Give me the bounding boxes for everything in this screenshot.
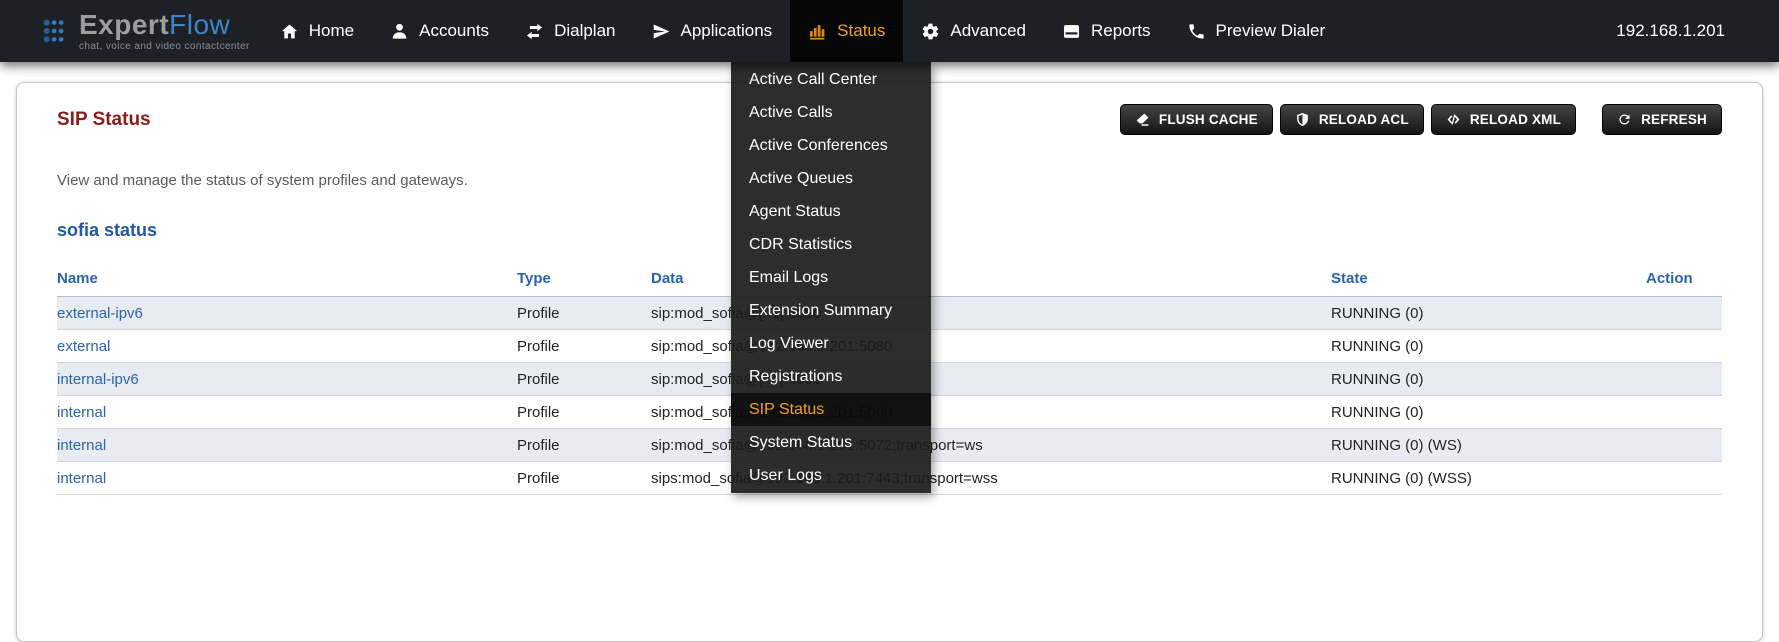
- menu-item-cdr-statistics[interactable]: CDR Statistics: [731, 228, 931, 261]
- profile-state-cell: RUNNING (0) (WS): [1331, 429, 1646, 462]
- nav-label: Preview Dialer: [1216, 21, 1326, 41]
- main-nav: Home Accounts Dialplan Applications Stat…: [262, 0, 1343, 62]
- button-label: FLUSH CACHE: [1159, 112, 1258, 127]
- profile-action-cell: [1646, 462, 1722, 495]
- nav-item-accounts[interactable]: Accounts: [372, 0, 507, 62]
- nav-label: Accounts: [419, 21, 489, 41]
- paper-plane-icon: [652, 22, 671, 41]
- profile-type-cell: Profile: [517, 297, 651, 330]
- brand-name: ExpertFlow: [79, 11, 250, 39]
- nav-item-advanced[interactable]: Advanced: [903, 0, 1044, 62]
- profile-state-cell: RUNNING (0): [1331, 363, 1646, 396]
- nav-item-dialplan[interactable]: Dialplan: [507, 0, 633, 62]
- button-label: RELOAD XML: [1470, 112, 1561, 127]
- top-navbar: ExpertFlow chat, voice and video contact…: [0, 0, 1779, 62]
- profile-type-cell: Profile: [517, 330, 651, 363]
- profile-name-link[interactable]: internal: [57, 470, 106, 487]
- nav-label: Home: [309, 21, 354, 41]
- drive-icon: [1062, 22, 1081, 41]
- nav-item-applications[interactable]: Applications: [634, 0, 791, 62]
- column-header-action: Action: [1646, 264, 1722, 297]
- menu-item-active-calls[interactable]: Active Calls: [731, 96, 931, 129]
- profile-type-cell: Profile: [517, 429, 651, 462]
- logo-grid-icon: [42, 17, 70, 45]
- nav-item-home[interactable]: Home: [262, 0, 372, 62]
- reload-xml-button[interactable]: RELOAD XML: [1431, 104, 1576, 135]
- button-label: REFRESH: [1641, 112, 1707, 127]
- profile-state-cell: RUNNING (0): [1331, 396, 1646, 429]
- eraser-icon: [1135, 112, 1150, 127]
- brand-secondary: Flow: [169, 9, 230, 40]
- profile-state-cell: RUNNING (0): [1331, 330, 1646, 363]
- refresh-button[interactable]: REFRESH: [1602, 104, 1722, 135]
- menu-item-active-call-center[interactable]: Active Call Center: [731, 63, 931, 96]
- profile-name-link[interactable]: internal: [57, 404, 106, 421]
- shield-icon: [1295, 112, 1310, 127]
- button-label: RELOAD ACL: [1319, 112, 1409, 127]
- server-address: 192.168.1.201: [1616, 21, 1725, 41]
- reload-acl-button[interactable]: RELOAD ACL: [1280, 104, 1424, 135]
- swap-arrows-icon: [525, 22, 544, 41]
- brand-tagline: chat, voice and video contactcenter: [79, 41, 250, 52]
- app-logo[interactable]: ExpertFlow chat, voice and video contact…: [42, 11, 250, 52]
- menu-item-agent-status[interactable]: Agent Status: [731, 195, 931, 228]
- profile-name-link[interactable]: external: [57, 338, 110, 355]
- page-title: SIP Status: [57, 109, 151, 131]
- column-header-name: Name: [57, 264, 517, 297]
- nav-label: Applications: [681, 21, 773, 41]
- nav-item-status[interactable]: Status: [790, 0, 903, 62]
- menu-item-sip-status[interactable]: SIP Status: [731, 393, 931, 426]
- menu-item-log-viewer[interactable]: Log Viewer: [731, 327, 931, 360]
- profile-type-cell: Profile: [517, 462, 651, 495]
- code-icon: [1446, 112, 1461, 127]
- brand-primary: Expert: [79, 9, 169, 40]
- column-header-type: Type: [517, 264, 651, 297]
- menu-item-system-status[interactable]: System Status: [731, 426, 931, 459]
- profile-state-cell: RUNNING (0) (WSS): [1331, 462, 1646, 495]
- nav-item-preview-dialer[interactable]: Preview Dialer: [1169, 0, 1344, 62]
- profile-action-cell: [1646, 330, 1722, 363]
- profile-action-cell: [1646, 396, 1722, 429]
- profile-name-link[interactable]: internal-ipv6: [57, 371, 139, 388]
- nav-label: Status: [837, 21, 885, 41]
- profile-action-cell: [1646, 363, 1722, 396]
- menu-item-registrations[interactable]: Registrations: [731, 360, 931, 393]
- toolbar: FLUSH CACHE RELOAD ACL RELOAD XML REFRES…: [1120, 104, 1722, 135]
- user-icon: [390, 22, 409, 41]
- menu-item-user-logs[interactable]: User Logs: [731, 459, 931, 492]
- profile-type-cell: Profile: [517, 363, 651, 396]
- profile-action-cell: [1646, 429, 1722, 462]
- phone-icon: [1187, 22, 1206, 41]
- nav-item-reports[interactable]: Reports: [1044, 0, 1169, 62]
- nav-label: Advanced: [950, 21, 1026, 41]
- home-icon: [280, 22, 299, 41]
- column-header-state: State: [1331, 264, 1646, 297]
- menu-item-active-queues[interactable]: Active Queues: [731, 162, 931, 195]
- profile-state-cell: RUNNING (0): [1331, 297, 1646, 330]
- menu-item-active-conferences[interactable]: Active Conferences: [731, 129, 931, 162]
- nav-label: Reports: [1091, 21, 1151, 41]
- profile-name-link[interactable]: external-ipv6: [57, 305, 143, 322]
- menu-item-email-logs[interactable]: Email Logs: [731, 261, 931, 294]
- gear-icon: [921, 22, 940, 41]
- nav-label: Dialplan: [554, 21, 615, 41]
- profile-type-cell: Profile: [517, 396, 651, 429]
- profile-action-cell: [1646, 297, 1722, 330]
- flush-cache-button[interactable]: FLUSH CACHE: [1120, 104, 1273, 135]
- bar-chart-icon: [808, 22, 827, 41]
- refresh-icon: [1617, 112, 1632, 127]
- menu-item-extension-summary[interactable]: Extension Summary: [731, 294, 931, 327]
- profile-name-link[interactable]: internal: [57, 437, 106, 454]
- status-dropdown: Active Call CenterActive CallsActive Con…: [731, 62, 931, 493]
